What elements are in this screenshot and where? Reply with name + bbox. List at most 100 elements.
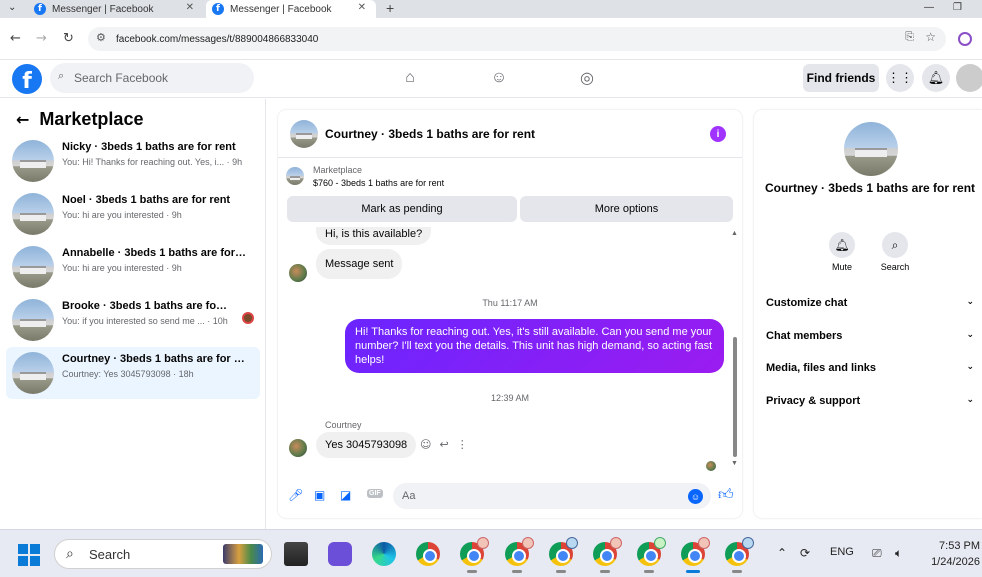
chevron-down-icon: ⌄: [966, 330, 974, 340]
conversation-details-panel: Courtney · 3beds 1 baths are for rent 🔔︎…: [754, 110, 982, 518]
chrome-profile-icon[interactable]: [637, 537, 666, 573]
media-files-links-section[interactable]: Media, files and links ⌄: [766, 362, 974, 374]
avatar[interactable]: [844, 122, 898, 176]
conversation-snippet: Courtney: Yes 3045793098 · 18h: [62, 369, 194, 379]
reply-arrow-icon[interactable]: ↩: [439, 438, 448, 451]
photo-icon[interactable]: ▣: [314, 488, 325, 502]
privacy-support-section[interactable]: Privacy & support ⌄: [766, 395, 974, 407]
facebook-logo-icon[interactable]: f: [12, 64, 42, 94]
incoming-message[interactable]: Hi, is this available?: [316, 227, 432, 245]
chrome-profile-icon-active[interactable]: [681, 537, 710, 573]
conversation-item[interactable]: Nicky · 3beds 1 baths are for rent You: …: [6, 135, 260, 187]
customize-chat-section[interactable]: Customize chat ⌄: [766, 297, 974, 309]
back-arrow-icon[interactable]: ←: [10, 31, 21, 46]
forward-arrow-icon[interactable]: →: [36, 31, 47, 46]
reload-icon[interactable]: ↻: [63, 31, 74, 46]
message-placeholder: Aa: [402, 490, 416, 502]
tab-title: Messenger | Facebook: [52, 3, 154, 15]
scroll-thumb[interactable]: [733, 337, 737, 457]
chrome-profile-icon[interactable]: [725, 537, 754, 573]
conversation-item[interactable]: Annabelle · 3beds 1 baths are for r... Y…: [6, 241, 260, 293]
mute-button[interactable]: 🔔︎ Mute: [822, 232, 862, 272]
read-receipt-avatar: [706, 461, 716, 471]
conversation-item[interactable]: Noel · 3beds 1 baths are for rent You: h…: [6, 188, 260, 240]
install-app-icon[interactable]: ⎘: [905, 31, 914, 44]
system-clock[interactable]: 7:53 PM 1/24/2026: [918, 538, 980, 570]
friends-icon[interactable]: ☺: [489, 68, 509, 88]
chrome-profile-icon[interactable]: [505, 537, 534, 573]
taskbar-search-input[interactable]: ⌕ Search: [54, 539, 272, 569]
chat-members-section[interactable]: Chat members ⌄: [766, 330, 974, 342]
message-input[interactable]: Aa ☺: [393, 483, 711, 509]
find-friends-button[interactable]: Find friends: [803, 64, 879, 92]
volume-icon[interactable]: 🔈︎: [895, 546, 902, 561]
bookmark-star-icon[interactable]: ☆: [925, 30, 936, 44]
search-icon: ⌕: [58, 70, 65, 82]
react-emoji-icon[interactable]: ☺: [420, 438, 431, 451]
mark-as-pending-button[interactable]: Mark as pending: [287, 196, 517, 222]
chat-title[interactable]: Courtney · 3beds 1 baths are for rent: [325, 127, 535, 141]
conversation-name: Noel · 3beds 1 baths are for rent: [62, 194, 231, 206]
url-field[interactable]: ⚙ facebook.com/messages/t/88900486683304…: [88, 27, 946, 51]
gif-icon[interactable]: GIF: [367, 489, 383, 498]
message-list[interactable]: Hi, is this available? Message sent Thu …: [278, 227, 742, 472]
listing-thumbnail[interactable]: [286, 167, 304, 185]
edge-browser-icon[interactable]: [372, 542, 396, 566]
sticker-icon[interactable]: ◪: [340, 488, 351, 502]
conversation-item[interactable]: Brooke · 3beds 1 baths are for re... You…: [6, 294, 260, 346]
tab-search-icon[interactable]: ⌄: [8, 2, 16, 13]
facebook-header: f ⌕ Search Facebook ⌂ ☺ ◎ Find friends ⋮…: [0, 60, 982, 98]
restore-icon[interactable]: ❐: [953, 2, 962, 13]
close-tab-icon[interactable]: ✕: [358, 2, 366, 13]
emoji-icon[interactable]: ☺: [688, 489, 703, 504]
search-label: Search: [880, 262, 910, 272]
chat-scrollbar[interactable]: ▲ ▼: [731, 230, 738, 470]
chat-panel: Courtney · 3beds 1 baths are for rent i …: [278, 110, 742, 518]
language-indicator[interactable]: ENG: [830, 546, 854, 558]
listing-title[interactable]: $760 - 3beds 1 baths are for rent: [313, 178, 444, 188]
browser-tab-1[interactable]: f Messenger | Facebook ✕: [26, 0, 204, 18]
clock-time: 7:53 PM: [939, 540, 980, 552]
conversation-snippet: You: if you interested so send me ... · …: [62, 316, 228, 326]
user-avatar[interactable]: [956, 64, 982, 92]
marketplace-sidebar: ← Marketplace Nicky · 3beds 1 baths are …: [0, 99, 266, 529]
facebook-search-input[interactable]: ⌕ Search Facebook: [50, 63, 254, 93]
site-settings-icon[interactable]: ⚙: [96, 31, 106, 44]
scroll-up-icon[interactable]: ▲: [731, 230, 738, 237]
search-button[interactable]: ⌕ Search: [875, 232, 915, 272]
close-tab-icon[interactable]: ✕: [186, 2, 194, 13]
browser-profile-icon[interactable]: [958, 32, 972, 46]
more-options-button[interactable]: More options: [520, 196, 733, 222]
task-view-icon[interactable]: [284, 542, 308, 566]
chrome-profile-icon[interactable]: [593, 537, 622, 573]
network-icon[interactable]: ⎚: [872, 546, 882, 561]
new-tab-icon[interactable]: +: [386, 0, 394, 16]
sync-icon[interactable]: ⟳: [800, 546, 810, 560]
incoming-message[interactable]: Message sent: [316, 249, 403, 279]
home-icon[interactable]: ⌂: [400, 68, 420, 88]
message-composer: 🎤︎ ▣ ◪ GIF Aa ☺ 👍︎: [278, 480, 742, 514]
outgoing-message[interactable]: Hi! Thanks for reaching out. Yes, it's s…: [345, 319, 724, 373]
back-arrow-icon[interactable]: ←: [16, 110, 29, 129]
incoming-message[interactable]: Yes 3045793098: [316, 432, 417, 458]
avatar[interactable]: [290, 120, 318, 148]
groups-icon[interactable]: ◎: [577, 68, 597, 88]
chrome-profile-icon[interactable]: [549, 537, 578, 573]
minimize-icon[interactable]: —: [924, 2, 934, 13]
mute-label: Mute: [831, 262, 852, 272]
info-icon[interactable]: i: [710, 126, 726, 142]
browser-tab-2[interactable]: f Messenger | Facebook ✕: [206, 0, 376, 18]
menu-grid-icon[interactable]: ⋮⋮: [886, 64, 914, 92]
tray-overflow-chevron-icon[interactable]: ⌃: [777, 546, 787, 560]
microphone-icon[interactable]: 🎤︎: [288, 488, 303, 502]
chrome-icon[interactable]: [416, 542, 440, 566]
thumbs-up-icon[interactable]: 👍︎: [718, 486, 734, 504]
scroll-down-icon[interactable]: ▼: [731, 460, 738, 467]
notifications-bell-icon[interactable]: 🔔︎: [922, 64, 950, 92]
conversation-item[interactable]: Courtney · 3beds 1 baths are for rent Co…: [6, 347, 260, 399]
chrome-profile-icon[interactable]: [460, 537, 489, 573]
search-icon: ⌕: [882, 232, 908, 258]
teams-meet-icon[interactable]: [328, 542, 352, 566]
more-dots-icon[interactable]: ⋮: [457, 438, 468, 451]
windows-start-icon[interactable]: [18, 544, 40, 566]
